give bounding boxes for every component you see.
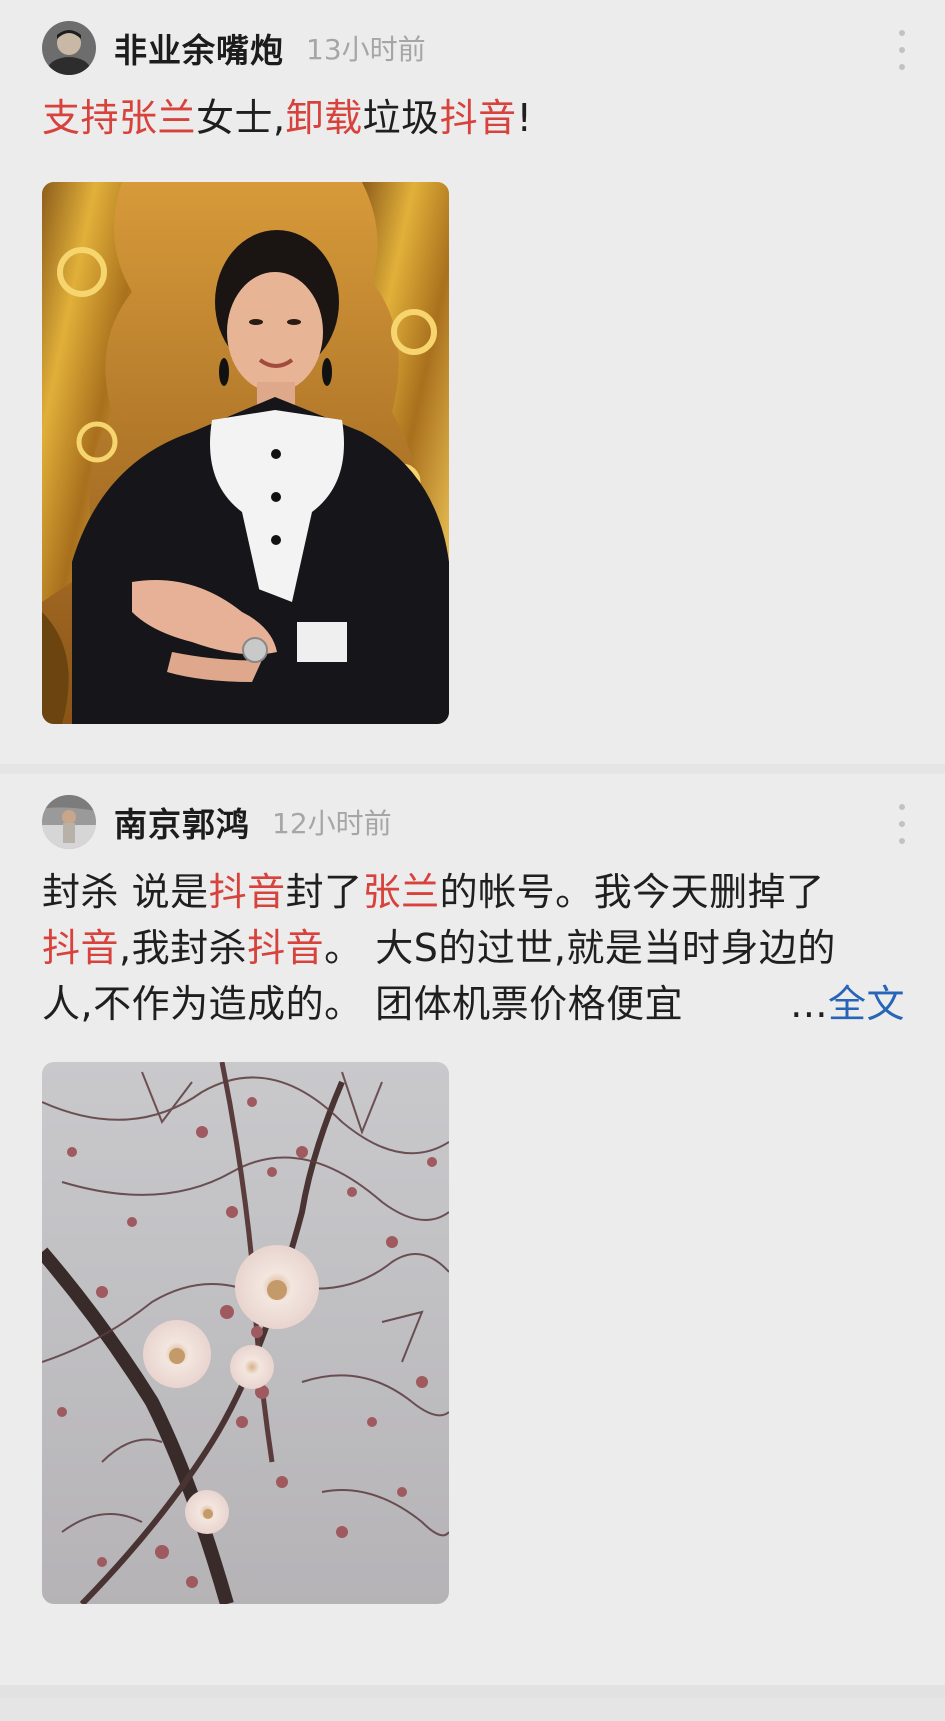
text-segment: 的帐号。我今天删掉了	[439, 870, 825, 914]
post-image[interactable]	[42, 182, 449, 724]
username[interactable]: 南京郭鸿	[114, 798, 250, 846]
feed: 非业余嘴炮 13小时前 支持张兰女士,卸载垃圾抖音! 南京郭鸿 12小时前 封杀…	[0, 0, 945, 1698]
post-header: 南京郭鸿 12小时前	[42, 794, 392, 850]
divider	[0, 1685, 945, 1698]
text-segment: 封杀 说是	[42, 870, 209, 914]
text-segment: 。 大S的过世,就是当时身边的	[324, 926, 836, 970]
text-segment: 女士,	[196, 96, 286, 140]
post-header: 非业余嘴炮 13小时前	[42, 20, 426, 76]
username[interactable]: 非业余嘴炮	[114, 24, 284, 72]
text-segment: 人,不作为造成的。 团体机票价格便宜	[42, 982, 684, 1026]
portrait-photo-icon	[42, 182, 449, 724]
avatar[interactable]	[42, 795, 96, 849]
post-text: 封杀 说是抖音封了张兰的帐号。我今天删掉了 抖音,我封杀抖音。 大S的过世,就是…	[42, 864, 905, 1032]
highlight-keyword[interactable]: 抖音	[440, 96, 517, 140]
more-options-icon[interactable]	[895, 804, 909, 844]
post-card: 南京郭鸿 12小时前 封杀 说是抖音封了张兰的帐号。我今天删掉了 抖音,我封杀抖…	[0, 774, 945, 1698]
plum-blossom-photo-icon	[42, 1062, 449, 1604]
avatar[interactable]	[42, 21, 96, 75]
highlight-keyword[interactable]: 抖音	[42, 926, 119, 970]
expand-full-text-link[interactable]: 全文	[828, 982, 905, 1026]
post-image[interactable]	[42, 1062, 449, 1604]
highlight-keyword[interactable]: 抖音	[209, 870, 286, 914]
more-options-icon[interactable]	[895, 30, 909, 70]
text-segment: !	[516, 96, 533, 140]
text-segment: 垃圾	[362, 96, 440, 140]
text-segment: 封了	[285, 870, 363, 914]
highlight-keyword[interactable]: 抖音	[247, 926, 324, 970]
text-line: 封杀 说是抖音封了张兰的帐号。我今天删掉了	[42, 864, 905, 920]
post-text: 支持张兰女士,卸载垃圾抖音!	[42, 90, 905, 146]
ellipsis: ...	[790, 982, 828, 1026]
highlight-keyword[interactable]: 支持张兰	[42, 96, 196, 140]
highlight-keyword[interactable]: 张兰	[363, 870, 440, 914]
timestamp: 12小时前	[272, 807, 392, 840]
timestamp: 13小时前	[306, 33, 426, 66]
text-segment: ,我封杀	[119, 926, 248, 970]
post-card: 非业余嘴炮 13小时前 支持张兰女士,卸载垃圾抖音!	[0, 0, 945, 764]
text-line: 人,不作为造成的。 团体机票价格便宜 ...全文	[42, 976, 905, 1032]
text-line: 抖音,我封杀抖音。 大S的过世,就是当时身边的	[42, 920, 905, 976]
highlight-keyword[interactable]: 卸载	[286, 96, 363, 140]
